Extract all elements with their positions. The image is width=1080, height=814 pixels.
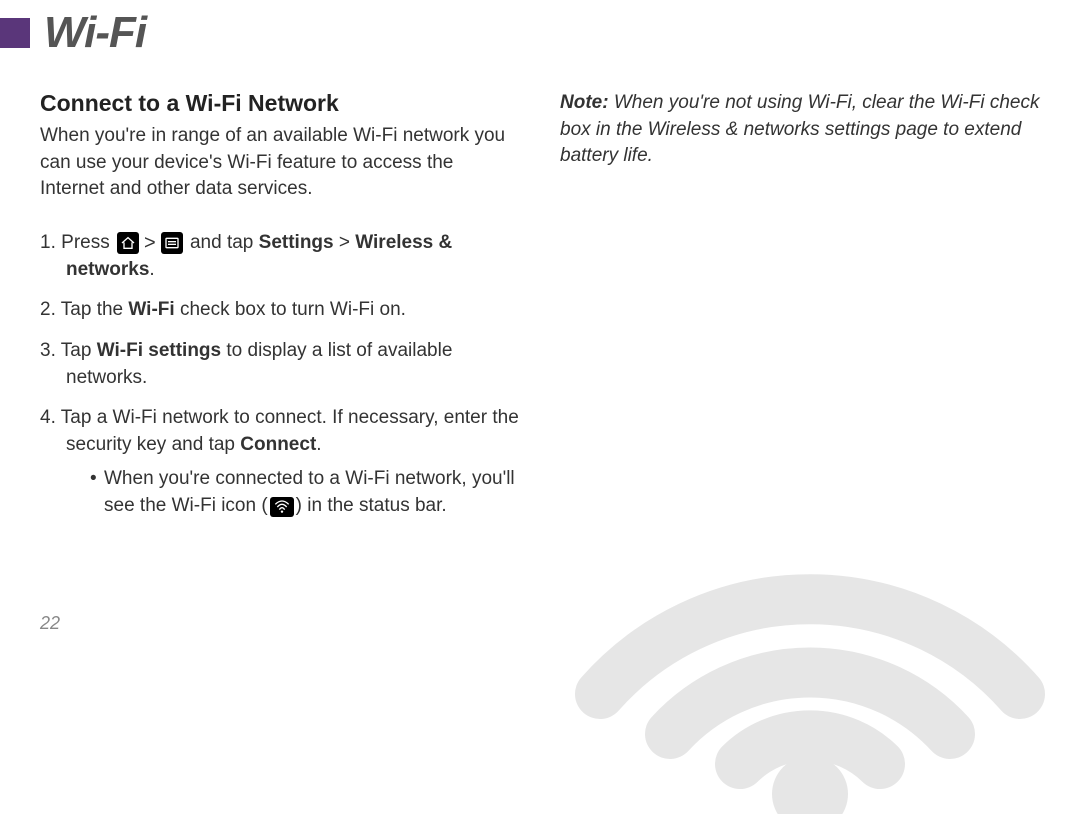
- page-title: Wi-Fi: [44, 8, 146, 58]
- step-1-mid: and tap: [185, 232, 259, 253]
- header-accent-box: [0, 18, 30, 48]
- step-4-sub-item: When you're connected to a Wi-Fi network…: [90, 466, 520, 519]
- step-2-c: check box to turn Wi-Fi on.: [175, 299, 406, 320]
- step-3-a: Tap: [61, 340, 97, 361]
- step-1-settings: Settings: [259, 232, 334, 253]
- step-1: Press > and tap Settings > Wireless & ne…: [40, 229, 520, 284]
- wifi-graphic-icon: [560, 314, 1060, 814]
- step-2-a: Tap the: [61, 299, 129, 320]
- menu-icon: [161, 232, 183, 254]
- section-heading: Connect to a Wi-Fi Network: [40, 90, 520, 117]
- note-label: Note:: [560, 92, 609, 113]
- step-2: Tap the Wi-Fi check box to turn Wi-Fi on…: [40, 297, 520, 324]
- step-4: Tap a Wi-Fi network to connect. If neces…: [40, 405, 520, 519]
- step-1-end: .: [149, 259, 154, 280]
- wifi-status-icon: [270, 497, 294, 517]
- steps-list: Press > and tap Settings > Wireless & ne…: [40, 229, 520, 520]
- step-4-c: .: [316, 434, 321, 455]
- step-1-verb: Press: [61, 232, 115, 253]
- sub-b: ) in the status bar.: [296, 495, 447, 516]
- intro-paragraph: When you're in range of an available Wi-…: [40, 123, 520, 203]
- right-column: Note: When you're not using Wi-Fi, clear…: [560, 90, 1040, 534]
- step-3: Tap Wi-Fi settings to display a list of …: [40, 338, 520, 391]
- step-4-b: Connect: [240, 434, 316, 455]
- home-icon: [117, 232, 139, 254]
- step-1-gt: >: [334, 232, 356, 253]
- step-4-sublist: When you're connected to a Wi-Fi network…: [66, 466, 520, 519]
- content-columns: Connect to a Wi-Fi Network When you're i…: [0, 58, 1080, 534]
- step-2-b: Wi-Fi: [128, 299, 174, 320]
- step-3-b: Wi-Fi settings: [97, 340, 221, 361]
- breadcrumb-separator: >: [144, 232, 156, 254]
- page-header: Wi-Fi: [0, 0, 1080, 58]
- note-body: When you're not using Wi-Fi, clear the W…: [560, 92, 1040, 166]
- note-paragraph: Note: When you're not using Wi-Fi, clear…: [560, 90, 1040, 170]
- page-number: 22: [40, 613, 60, 634]
- left-column: Connect to a Wi-Fi Network When you're i…: [40, 90, 520, 534]
